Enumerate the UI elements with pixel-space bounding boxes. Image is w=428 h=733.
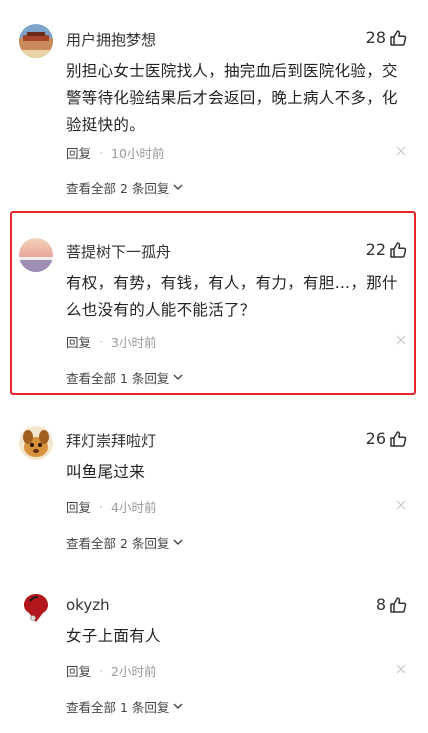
thumbs-up-icon bbox=[390, 241, 407, 258]
close-icon[interactable] bbox=[396, 500, 406, 510]
like-count: 22 bbox=[365, 240, 386, 259]
comment-time: 4小时前 bbox=[111, 500, 157, 515]
sunset-avatar-icon[interactable] bbox=[19, 238, 53, 272]
comment-text: 别担心女士医院找人，抽完血后到医院化验，交 警等待化验结果后才会返回，晚上病人不… bbox=[66, 62, 398, 134]
reply-button[interactable]: 回复 bbox=[66, 497, 91, 516]
comment-username[interactable]: 用户拥抱梦想 bbox=[66, 29, 156, 50]
comment-time: 3小时前 bbox=[111, 335, 157, 350]
comment-meta: 回复 · 3小时前 bbox=[66, 332, 157, 351]
comment-username[interactable]: 拜灯崇拜啦灯 bbox=[66, 430, 156, 451]
comment-text: 女子上面有人 bbox=[66, 627, 161, 645]
like-count: 8 bbox=[375, 595, 386, 614]
like-button[interactable]: 8 bbox=[376, 595, 407, 614]
comment-meta: 回复 · 2小时前 bbox=[66, 661, 157, 680]
comment-username[interactable]: okyzh bbox=[66, 596, 110, 614]
comment-text: 有权，有势，有钱，有人，有力，有胆…，那什 么也没有的人能不能活了？ bbox=[66, 274, 398, 319]
chevron-down-icon bbox=[173, 184, 183, 190]
reply-button[interactable]: 回复 bbox=[66, 332, 91, 351]
close-icon[interactable] bbox=[396, 335, 406, 345]
cartoon-dog-avatar-icon[interactable] bbox=[19, 426, 53, 460]
landscape-avatar-icon[interactable] bbox=[19, 24, 53, 58]
view-replies-link[interactable]: 查看全部 1 条回复 bbox=[66, 368, 183, 387]
view-replies-link[interactable]: 查看全部 1 条回复 bbox=[66, 697, 183, 716]
like-count: 28 bbox=[365, 28, 386, 47]
view-replies-link[interactable]: 查看全部 2 条回复 bbox=[66, 533, 183, 552]
thumbs-up-icon bbox=[390, 29, 407, 46]
like-button[interactable]: 28 bbox=[366, 28, 407, 47]
close-icon[interactable] bbox=[396, 664, 406, 674]
thumbs-up-icon bbox=[390, 596, 407, 613]
comment-time: 2小时前 bbox=[111, 664, 157, 679]
chevron-down-icon bbox=[173, 539, 183, 545]
comment-time: 10小时前 bbox=[111, 146, 165, 161]
close-icon[interactable] bbox=[396, 146, 406, 156]
like-button[interactable]: 22 bbox=[366, 240, 407, 259]
view-replies-link[interactable]: 查看全部 2 条回复 bbox=[66, 178, 183, 197]
like-button[interactable]: 26 bbox=[366, 429, 407, 448]
comment-meta: 回复 · 10小时前 bbox=[66, 143, 165, 162]
like-count: 26 bbox=[365, 429, 386, 448]
reply-button[interactable]: 回复 bbox=[66, 661, 91, 680]
chevron-down-icon bbox=[173, 374, 183, 380]
thumbs-up-icon bbox=[390, 430, 407, 447]
comment-text: 叫鱼尾过来 bbox=[66, 463, 146, 481]
red-lamp-avatar-icon[interactable] bbox=[19, 591, 53, 625]
comment-username[interactable]: 菩提树下一孤舟 bbox=[66, 241, 171, 262]
comment-meta: 回复 · 4小时前 bbox=[66, 497, 157, 516]
reply-button[interactable]: 回复 bbox=[66, 143, 91, 162]
chevron-down-icon bbox=[173, 703, 183, 709]
